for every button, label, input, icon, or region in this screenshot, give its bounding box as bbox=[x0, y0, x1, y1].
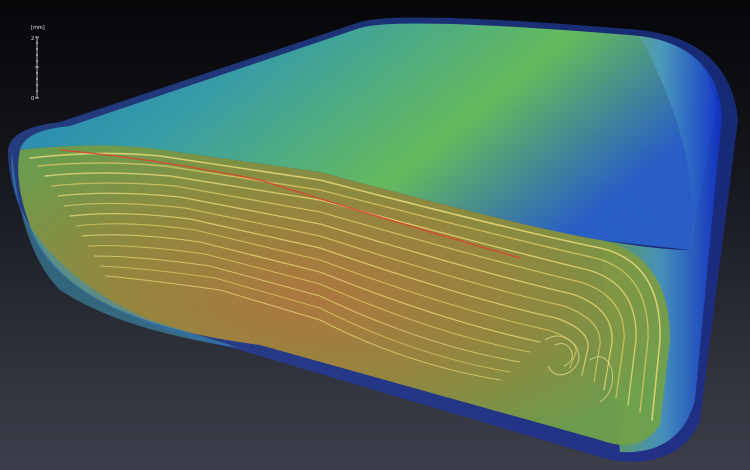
scale-top-label: 2 bbox=[31, 36, 34, 42]
scale-unit-label: [mm] bbox=[31, 25, 45, 31]
scale-bar: [mm] 2 0 bbox=[31, 25, 45, 102]
rendered-battery-jelly-roll bbox=[8, 17, 738, 462]
scale-bottom-label: 0 bbox=[31, 96, 34, 102]
3d-volume-viewport[interactable]: [mm] 2 0 bbox=[0, 0, 750, 470]
scale-ruler bbox=[35, 36, 39, 99]
